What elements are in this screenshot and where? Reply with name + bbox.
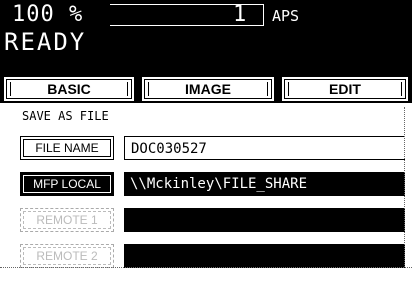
- tab-basic[interactable]: BASIC: [4, 77, 134, 101]
- remote-2-path-field[interactable]: [124, 244, 405, 268]
- mfp-local-row: MFP LOCAL \\Mckinley\FILE_SHARE: [20, 172, 412, 196]
- panel-divider-vertical: [404, 107, 405, 267]
- tab-image[interactable]: IMAGE: [142, 77, 274, 101]
- remote-1-button[interactable]: REMOTE 1: [20, 208, 114, 232]
- panel-divider-horizontal: [0, 267, 412, 268]
- remote-2-button[interactable]: REMOTE 2: [20, 244, 114, 268]
- copy-quantity: 1: [233, 2, 247, 27]
- remote-1-path-field[interactable]: [124, 208, 405, 232]
- remote-2-row: REMOTE 2: [20, 244, 412, 268]
- file-name-field[interactable]: DOC030527: [124, 136, 405, 160]
- file-name-button[interactable]: FILE NAME: [20, 136, 114, 160]
- section-title: SAVE AS FILE: [22, 109, 109, 123]
- status-bar: 100 % 1 APS READY: [0, 0, 412, 73]
- copier-touch-screen: 100 % 1 APS READY BASIC IMAGE EDIT SAVE …: [0, 0, 412, 307]
- tab-strip: BASIC IMAGE EDIT: [0, 73, 412, 103]
- file-name-row: FILE NAME DOC030527: [20, 136, 412, 160]
- save-as-file-panel: SAVE AS FILE FILE NAME DOC030527 MFP LOC…: [0, 103, 412, 307]
- paper-mode: APS: [272, 7, 300, 25]
- zoom-ratio: 100 %: [12, 2, 84, 27]
- remote-1-row: REMOTE 1: [20, 208, 412, 232]
- tab-edit[interactable]: EDIT: [282, 77, 408, 101]
- status-message: READY: [4, 28, 87, 56]
- mfp-local-path-field[interactable]: \\Mckinley\FILE_SHARE: [124, 172, 405, 196]
- mfp-local-button[interactable]: MFP LOCAL: [20, 172, 114, 196]
